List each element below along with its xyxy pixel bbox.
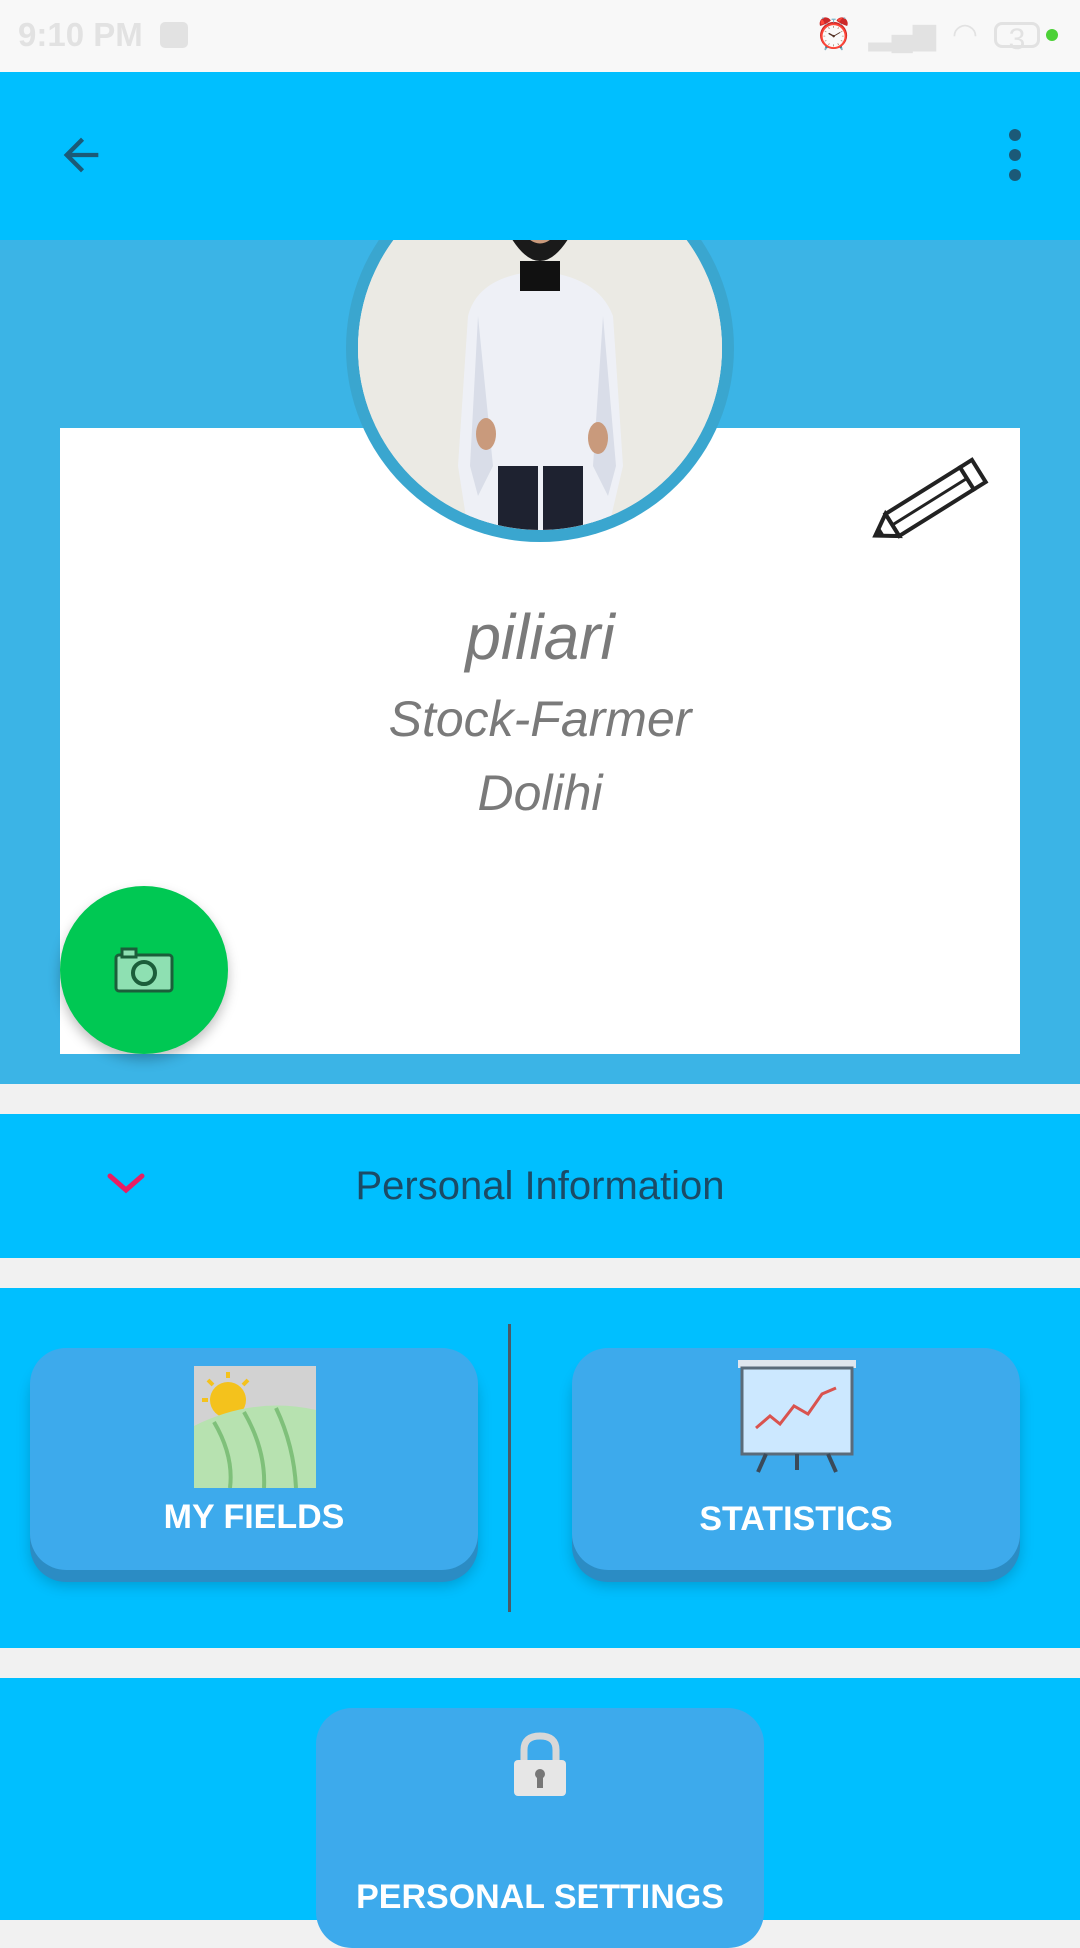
lock-icon [514,1732,566,1796]
actions-section: MY FIELDS STATISTICS [0,1288,1080,1648]
charging-dot-icon [1046,29,1058,41]
field-icon [194,1366,316,1488]
notification-icon [160,22,188,48]
back-button[interactable] [46,120,116,190]
personal-settings-button[interactable]: PERSONAL SETTINGS [316,1708,764,1948]
statistics-button[interactable]: STATISTICS [572,1348,1020,1570]
status-bar: 9:10 PM ⏰ ▂▄▆ ◠ 3 [0,0,1080,72]
personal-information-toggle[interactable]: Personal Information [0,1114,1080,1258]
chart-board-icon [738,1360,856,1473]
signal-icon: ▂▄▆ [868,18,936,51]
my-fields-button[interactable]: MY FIELDS [30,1348,478,1570]
avatar-container [346,240,734,580]
status-icons: ⏰ ▂▄▆ ◠ 3 [815,18,1058,55]
more-vert-icon [1009,129,1021,181]
battery-level: 3 [1008,23,1026,56]
profile-role: Stock-Farmer [388,691,692,747]
pencil-icon [872,457,989,539]
battery-icon: 3 [994,22,1040,55]
app-bar [0,72,1080,240]
change-photo-button[interactable] [60,886,228,1054]
settings-section: PERSONAL SETTINGS [0,1678,1080,1948]
personal-settings-label: PERSONAL SETTINGS [356,1878,724,1916]
wifi-icon: ◠ [951,18,978,51]
camera-icon [114,947,174,993]
personal-information-label: Personal Information [355,1164,725,1208]
alarm-icon: ⏰ [815,18,853,51]
status-time: 9:10 PM [18,16,143,53]
statistics-label: STATISTICS [699,1500,893,1538]
arrow-left-icon [63,137,99,173]
more-options-button[interactable] [990,120,1040,190]
profile-location: Dolihi [477,765,603,821]
profile-name: piliari [465,601,615,673]
edit-profile-button[interactable] [866,452,996,552]
divider [508,1324,511,1612]
my-fields-label: MY FIELDS [163,1498,345,1536]
